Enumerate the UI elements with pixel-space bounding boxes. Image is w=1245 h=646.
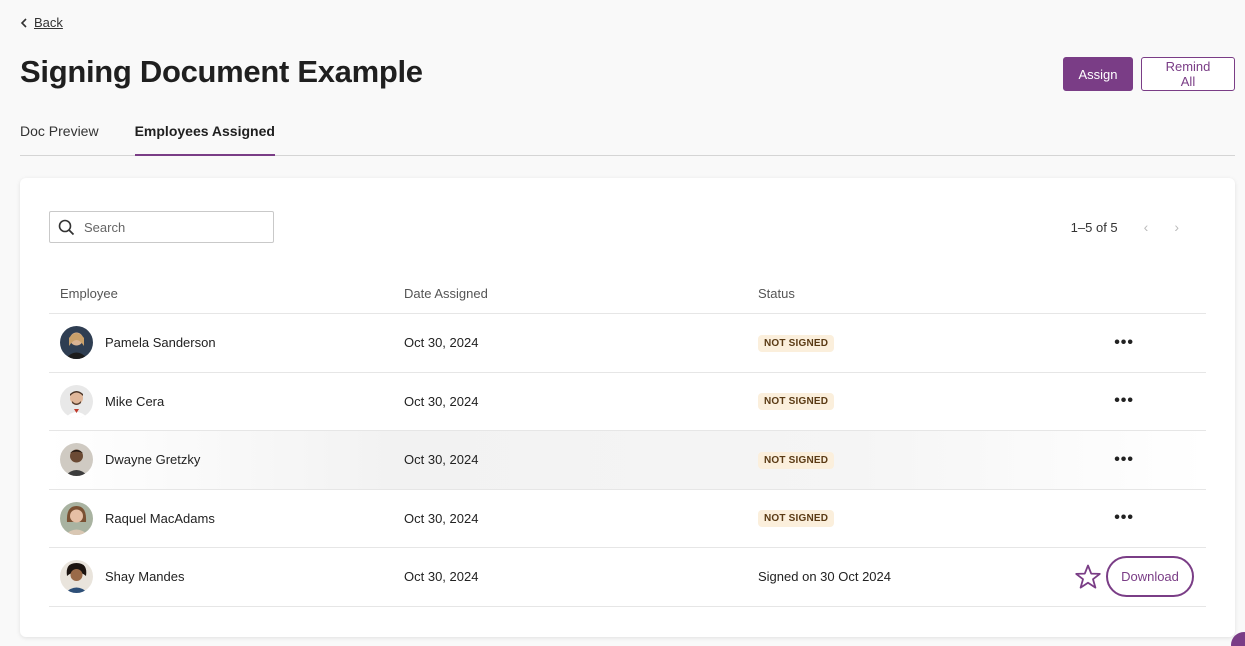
more-options-icon[interactable]: ••• xyxy=(1114,451,1194,469)
date-assigned: Oct 30, 2024 xyxy=(404,510,479,526)
avatar xyxy=(60,560,93,594)
status-badge: NOT SIGNED xyxy=(758,393,835,411)
search-input[interactable] xyxy=(84,219,264,235)
remind-all-button[interactable]: Remind All xyxy=(1141,57,1235,91)
table-row[interactable]: Mike Cera Oct 30, 2024 NOT SIGNED ••• xyxy=(49,373,1206,431)
pagination: 1–5 of 5 ‹ › xyxy=(1071,219,1179,235)
header-status: Status xyxy=(758,286,795,301)
status-badge: NOT SIGNED xyxy=(758,334,835,352)
back-link[interactable]: Back xyxy=(20,15,63,30)
tab-bar: Doc Preview Employees Assigned xyxy=(20,118,1235,156)
search-box[interactable] xyxy=(49,211,274,243)
avatar xyxy=(60,384,93,418)
date-assigned: Oct 30, 2024 xyxy=(404,393,479,409)
employee-name: Raquel MacAdams xyxy=(105,510,215,526)
date-assigned: Oct 30, 2024 xyxy=(404,335,479,351)
pagination-range: 1–5 of 5 xyxy=(1070,219,1118,235)
star-icon[interactable] xyxy=(1074,563,1102,591)
more-options-icon[interactable]: ••• xyxy=(1114,334,1194,352)
chevron-right-icon[interactable]: › xyxy=(1174,219,1179,235)
table-row[interactable]: Dwayne Gretzky Oct 30, 2024 NOT SIGNED •… xyxy=(49,431,1206,490)
table-header: Employee Date Assigned Status xyxy=(49,274,1206,314)
header-date-assigned: Date Assigned xyxy=(404,286,488,301)
avatar xyxy=(60,326,93,360)
date-assigned: Oct 30, 2024 xyxy=(404,569,479,585)
search-icon xyxy=(58,219,75,235)
tab-employees-assigned[interactable]: Employees Assigned xyxy=(134,118,275,156)
assign-button[interactable]: Assign xyxy=(1063,57,1133,91)
header-employee: Employee xyxy=(60,286,118,301)
more-options-icon[interactable]: ••• xyxy=(1114,509,1194,527)
employees-table: Employee Date Assigned Status Pamela San… xyxy=(49,274,1206,607)
avatar xyxy=(60,501,93,535)
employee-name: Shay Mandes xyxy=(105,569,185,585)
employee-name: Mike Cera xyxy=(105,393,165,409)
chevron-left-icon xyxy=(20,17,27,28)
table-row[interactable]: Raquel MacAdams Oct 30, 2024 NOT SIGNED … xyxy=(49,490,1206,548)
status-badge: NOT SIGNED xyxy=(758,510,835,528)
status-badge: NOT SIGNED xyxy=(758,451,835,469)
back-label: Back xyxy=(34,15,63,30)
tab-doc-preview[interactable]: Doc Preview xyxy=(20,118,99,156)
download-button[interactable]: Download xyxy=(1106,556,1194,598)
header-actions: Assign Remind All xyxy=(1063,57,1235,91)
more-options-icon[interactable]: ••• xyxy=(1114,392,1194,410)
table-row[interactable]: Shay Mandes Oct 30, 2024 Signed on 30 Oc… xyxy=(49,548,1206,607)
signed-status: Signed on 30 Oct 2024 xyxy=(758,569,891,585)
table-row[interactable]: Pamela Sanderson Oct 30, 2024 NOT SIGNED… xyxy=(49,314,1206,373)
employee-name: Dwayne Gretzky xyxy=(105,452,201,468)
employee-name: Pamela Sanderson xyxy=(105,335,216,351)
employees-card: 1–5 of 5 ‹ › Employee Date Assigned Stat… xyxy=(20,178,1235,637)
page-title: Signing Document Example xyxy=(20,54,423,89)
chevron-left-icon[interactable]: ‹ xyxy=(1144,219,1149,235)
date-assigned: Oct 30, 2024 xyxy=(404,452,479,468)
avatar xyxy=(60,443,93,477)
